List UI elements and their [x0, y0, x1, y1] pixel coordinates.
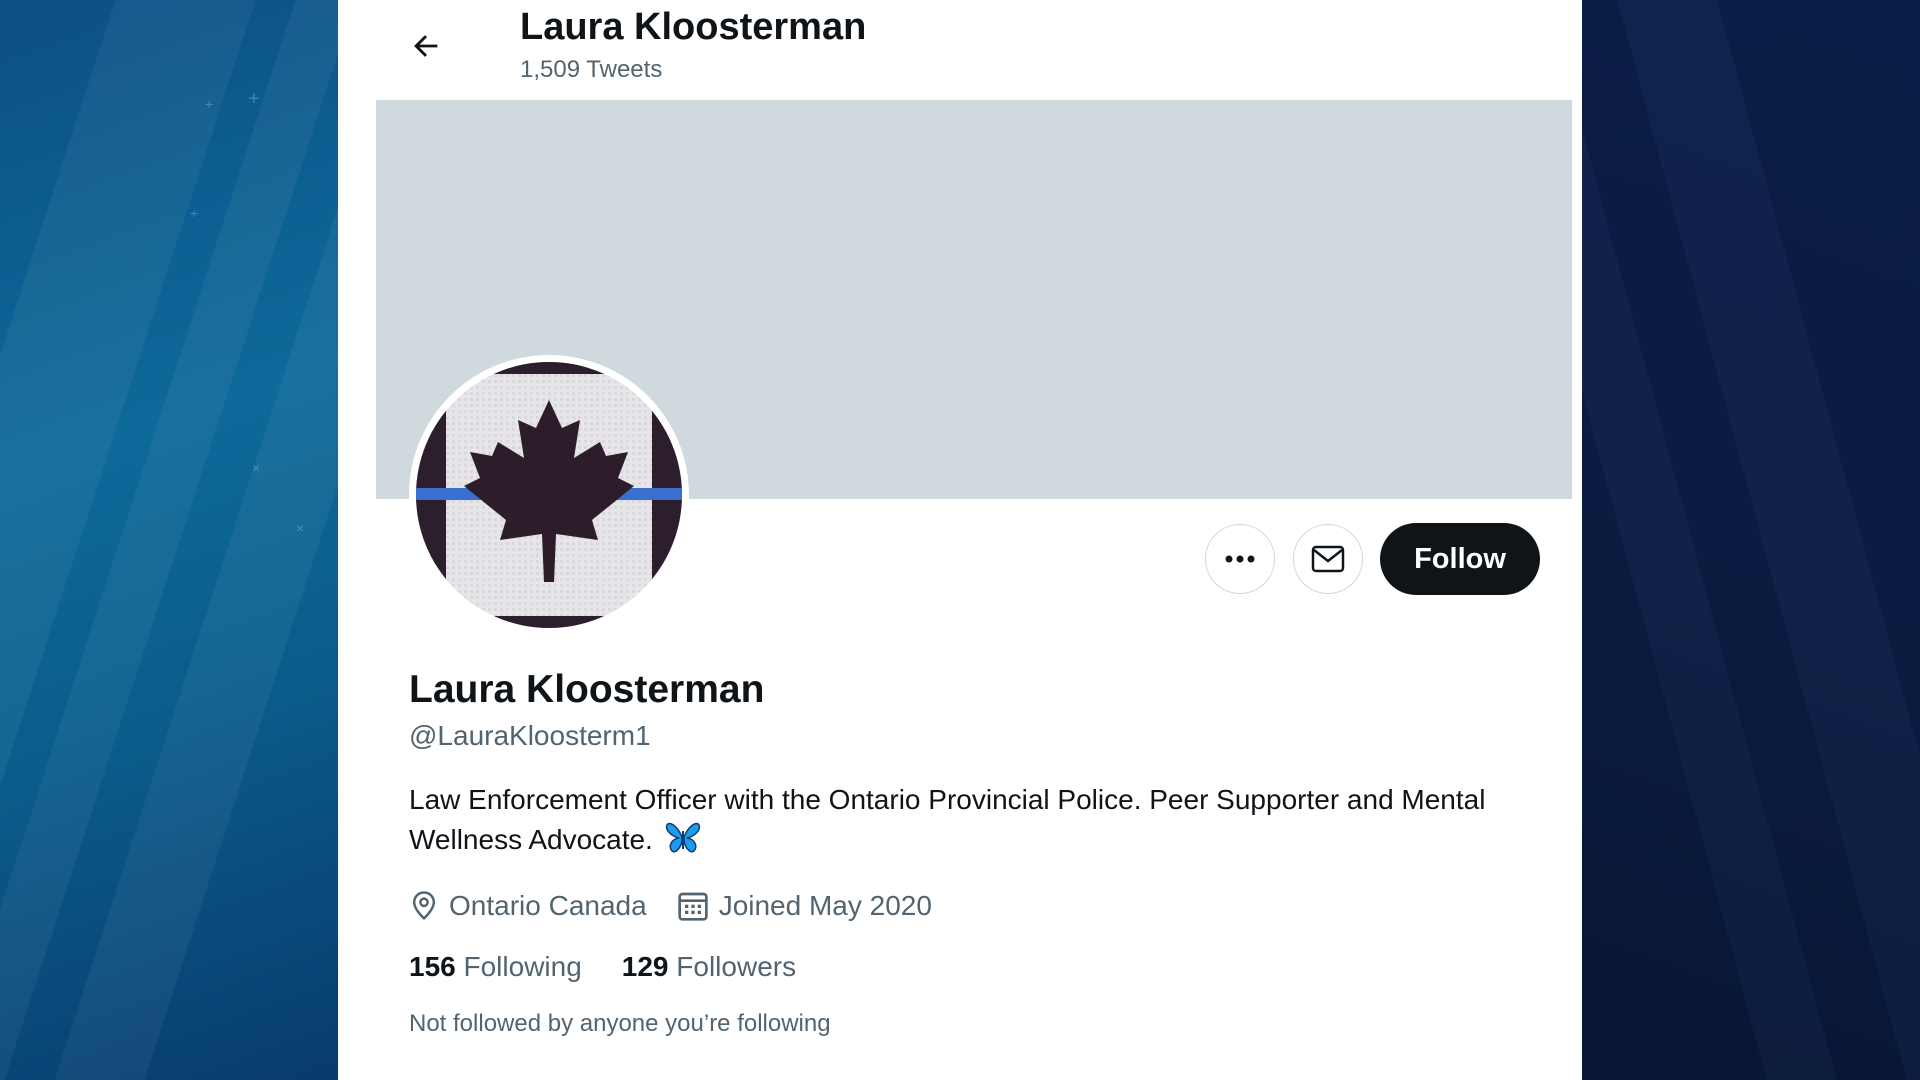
- join-date-text: Joined May 2020: [718, 890, 932, 921]
- bio-text: Law Enforcement Officer with the Ontario…: [409, 784, 1486, 855]
- following-link[interactable]: 156 Following: [409, 951, 582, 983]
- envelope-icon: [1311, 545, 1345, 573]
- location-text: Ontario Canada: [449, 890, 647, 921]
- following-label: Following: [463, 951, 582, 982]
- profile-stats: 156 Following 129 Followers: [409, 945, 836, 989]
- followed-by-note: Not followed by anyone you’re following: [409, 1010, 831, 1037]
- arrow-left-icon: [414, 35, 438, 57]
- calendar-icon: [678, 892, 708, 921]
- back-button[interactable]: [398, 18, 454, 74]
- location-pin-icon: [412, 891, 436, 920]
- profile-panel: Laura Kloosterman 1,509 Tweets Follow La…: [338, 0, 1582, 1080]
- profile-header-bar: Laura Kloosterman 1,509 Tweets: [376, 0, 1572, 100]
- follow-button[interactable]: Follow: [1380, 523, 1540, 595]
- profile-handle: @LauraKloosterm1: [409, 720, 651, 751]
- canadian-flag-patch-image: [416, 362, 682, 628]
- profile-bio: Law Enforcement Officer with the Ontario…: [409, 780, 1529, 860]
- profile-display-name: Laura Kloosterman: [409, 668, 765, 711]
- background-left: + + + × ×: [0, 0, 496, 1080]
- butterfly-emoji-icon: [665, 822, 700, 853]
- avatar[interactable]: [409, 355, 689, 635]
- background-right: [1477, 0, 1920, 1080]
- followers-count: 129: [621, 951, 669, 982]
- message-button[interactable]: [1293, 524, 1363, 594]
- avatar-image: [416, 362, 682, 628]
- header-display-name: Laura Kloosterman: [520, 6, 867, 48]
- more-dots-icon: [1225, 555, 1255, 563]
- header-tweet-count: 1,509 Tweets: [520, 56, 663, 83]
- profile-column: Laura Kloosterman 1,509 Tweets Follow La…: [376, 0, 1572, 1080]
- following-count: 156: [409, 951, 456, 982]
- location: Ontario Canada: [409, 890, 647, 922]
- followers-label: Followers: [676, 951, 797, 982]
- join-date: Joined May 2020: [677, 890, 932, 922]
- followers-link[interactable]: 129 Followers: [622, 951, 796, 983]
- more-options-button[interactable]: [1205, 524, 1275, 594]
- profile-meta: Ontario Canada Joined May 2020: [409, 884, 962, 928]
